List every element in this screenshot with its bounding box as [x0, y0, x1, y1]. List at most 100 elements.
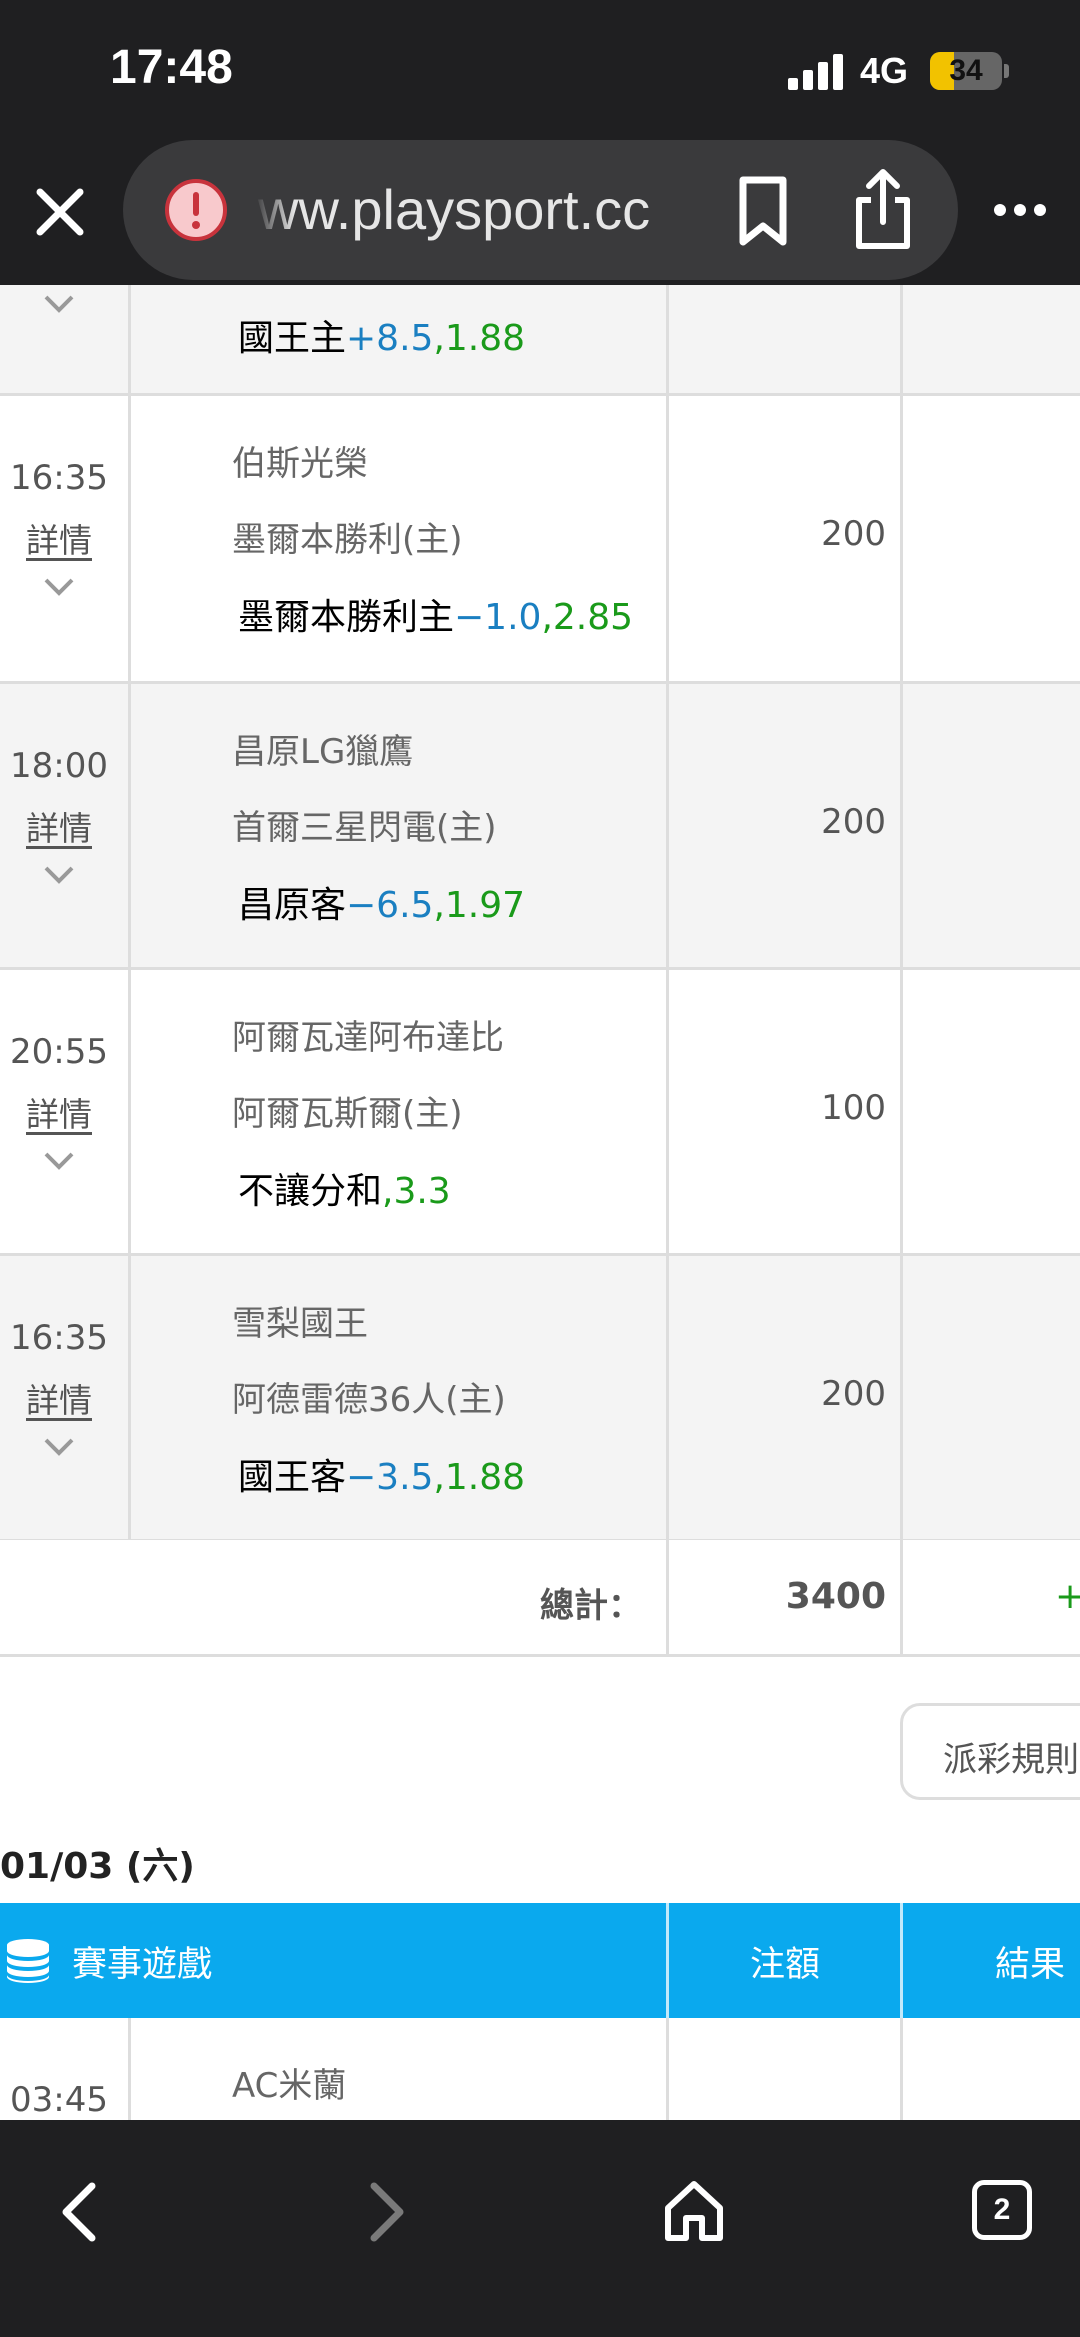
game-time: 16:35: [10, 1318, 108, 1358]
pick-line: +8.5: [346, 318, 434, 359]
status-bar: 17:48 4G 34: [0, 0, 1080, 140]
total-result: +: [1055, 1576, 1080, 1617]
bet-amount: 200: [821, 1374, 886, 1414]
bet-amount: 200: [821, 802, 886, 842]
bet-amount: 200: [821, 514, 886, 554]
detail-link[interactable]: 詳情: [0, 1374, 118, 1422]
column-divider: [128, 2018, 131, 2120]
detail-link[interactable]: 詳情: [0, 1088, 118, 1136]
chevron-down-icon[interactable]: [42, 1436, 76, 1458]
forward-icon[interactable]: [356, 2180, 416, 2244]
back-icon[interactable]: [50, 2180, 110, 2244]
header-game: 賽事遊戲: [72, 1945, 213, 1985]
total-value: 3400: [785, 1576, 886, 1617]
address-bar[interactable]: ww.playsport.cc: [123, 140, 958, 280]
battery-level: 34: [949, 54, 983, 87]
column-divider: [666, 684, 669, 967]
column-divider: [128, 1256, 131, 1539]
team-away: 阿爾瓦達阿布達比: [232, 1018, 504, 1058]
column-divider: [128, 684, 131, 967]
header-amount: 注額: [750, 1945, 821, 1985]
column-divider: [666, 2018, 669, 2120]
home-icon[interactable]: [662, 2178, 726, 2244]
pick-odds: ,1.97: [433, 885, 526, 926]
pick-text: 國王主+8.5,1.88: [238, 309, 525, 361]
pick-odds: ,3.3: [382, 1171, 451, 1212]
network-type: 4G: [860, 50, 909, 91]
game-time: 16:35: [10, 458, 108, 498]
team-away: 雪梨國王: [232, 1304, 368, 1344]
header-result: 結果: [995, 1945, 1066, 1985]
table-header: 賽事遊戲 注額 結果: [0, 1903, 1080, 2018]
pick-text: 昌原客−6.5,1.97: [238, 876, 525, 928]
header-divider: [900, 1903, 903, 2018]
team-away: 昌原LG獵鷹: [232, 732, 414, 772]
team-away: AC米蘭: [232, 2066, 347, 2106]
chevron-down-icon[interactable]: [42, 293, 76, 315]
pick-name: 國王客: [238, 1457, 347, 1498]
payout-rules-button[interactable]: 派彩規則: [900, 1703, 1080, 1800]
header-divider: [666, 1903, 669, 2018]
alert-icon[interactable]: [163, 177, 229, 243]
table-row: 16:35 詳情 雪梨國王 阿德雷德36人(主) 國王客−3.5,1.88 20…: [0, 1256, 1080, 1542]
battery-icon: 34: [930, 52, 1002, 90]
table-row: 16:35 詳情 伯斯光榮 墨爾本勝利(主) 墨爾本勝利主−1.0,2.85 2…: [0, 396, 1080, 684]
close-icon[interactable]: [28, 180, 92, 244]
game-time: 03:45: [10, 2080, 108, 2120]
pick-text: 墨爾本勝利主−1.0,2.85: [238, 588, 633, 640]
team-home: 首爾三星閃電(主): [232, 808, 497, 848]
chevron-down-icon[interactable]: [42, 576, 76, 598]
column-divider: [666, 970, 669, 1253]
column-divider: [900, 285, 903, 393]
pick-line: −6.5: [346, 885, 434, 926]
table-row: 18:00 詳情 昌原LG獵鷹 首爾三星閃電(主) 昌原客−6.5,1.97 2…: [0, 684, 1080, 970]
detail-link[interactable]: 詳情: [0, 514, 118, 562]
column-divider: [666, 1256, 669, 1539]
column-divider: [900, 1256, 903, 1539]
column-divider: [900, 2018, 903, 2120]
status-time: 17:48: [110, 41, 233, 94]
team-home: 墨爾本勝利(主): [232, 520, 463, 560]
column-divider: [666, 1540, 669, 1654]
total-label: 總計：: [540, 1586, 642, 1626]
pick-text: 國王客−3.5,1.88: [238, 1448, 525, 1500]
pick-name: 不讓分和: [238, 1171, 383, 1212]
column-divider: [666, 285, 669, 393]
total-row: 總計： 3400 +: [0, 1540, 1080, 1657]
column-divider: [666, 396, 669, 681]
url-fade: [255, 140, 295, 280]
column-divider: [900, 1540, 903, 1654]
team-home: 阿爾瓦斯爾(主): [232, 1094, 463, 1134]
signal-icon: [788, 54, 844, 90]
detail-link[interactable]: 詳情: [0, 802, 118, 850]
pick-line: −1.0: [454, 597, 542, 638]
pick-odds: ,1.88: [433, 1457, 526, 1498]
table-row: 國王主+8.5,1.88: [0, 285, 1080, 396]
team-home: 阿德雷德36人(主): [232, 1380, 506, 1420]
bookmark-icon[interactable]: [723, 170, 803, 250]
chevron-down-icon[interactable]: [42, 864, 76, 886]
share-icon[interactable]: [843, 166, 923, 252]
more-icon[interactable]: [990, 180, 1050, 240]
pick-odds: ,1.88: [433, 318, 526, 359]
date-heading: 01/03 (六): [0, 1846, 195, 1887]
column-divider: [900, 396, 903, 681]
browser-bottom-bar: 2: [0, 2120, 1080, 2337]
pick-text: 不讓分和,3.3: [238, 1162, 451, 1214]
team-away: 伯斯光榮: [232, 444, 368, 484]
column-divider: [900, 684, 903, 967]
page-content: 國王主+8.5,1.88 16:35 詳情 伯斯光榮 墨爾本勝利(主) 墨爾本勝…: [0, 285, 1080, 2120]
tabs-icon[interactable]: 2: [972, 2180, 1032, 2240]
table-row: 20:55 詳情 阿爾瓦達阿布達比 阿爾瓦斯爾(主) 不讓分和,3.3 100: [0, 970, 1080, 1256]
pick-name: 墨爾本勝利主: [238, 597, 455, 638]
bet-amount: 100: [821, 1088, 886, 1128]
coin-stack-icon: [7, 1939, 49, 1983]
column-divider: [128, 970, 131, 1253]
pick-odds: ,2.85: [541, 597, 634, 638]
chevron-down-icon[interactable]: [42, 1150, 76, 1172]
battery-cap: [1004, 64, 1009, 78]
payout-rules-label: 派彩規則: [943, 1740, 1079, 1780]
game-time: 18:00: [10, 746, 108, 786]
pick-line: −3.5: [346, 1457, 434, 1498]
pick-name: 昌原客: [238, 885, 347, 926]
